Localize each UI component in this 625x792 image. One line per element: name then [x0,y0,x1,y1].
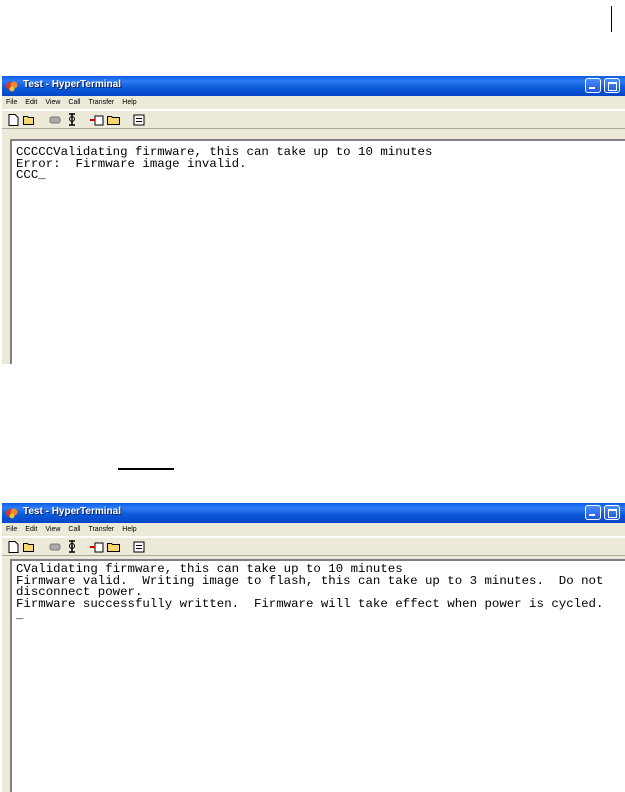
menu-bar: File Edit View Call Transfer Help [2,523,625,537]
menu-edit[interactable]: Edit [25,523,37,536]
document-underline [118,468,174,470]
menu-call[interactable]: Call [68,96,80,109]
menu-help[interactable]: Help [122,96,136,109]
receive-icon[interactable] [107,540,121,553]
terminal-line: _ [16,608,24,622]
title-bar[interactable]: Test - HyperTerminal [2,503,625,523]
open-icon[interactable] [23,113,37,126]
open-icon[interactable] [23,540,37,553]
terminal-line: CCC_ [16,168,46,182]
properties-icon[interactable] [132,113,146,126]
terminal-line: Error: Firmware image invalid. [16,156,247,171]
toolbar [2,110,625,129]
terminal-output[interactable]: CValidating firmware, this can take up t… [10,559,625,792]
menu-transfer[interactable]: Transfer [88,523,114,536]
disconnect-icon[interactable] [65,540,79,553]
menu-file[interactable]: File [6,96,17,109]
send-icon[interactable] [90,113,104,126]
minimize-button[interactable] [585,505,601,520]
disconnect-icon[interactable] [65,113,79,126]
terminal-output[interactable]: CCCCCValidating firmware, this can take … [10,139,625,364]
window-title: Test - HyperTerminal [23,79,121,90]
page-margin-rule [611,6,612,32]
menu-transfer[interactable]: Transfer [88,96,114,109]
new-icon[interactable] [6,540,20,553]
hyperterminal-app-icon[interactable] [5,506,19,520]
menu-edit[interactable]: Edit [25,96,37,109]
maximize-button[interactable] [604,505,620,520]
connect-icon[interactable] [48,113,62,126]
receive-icon[interactable] [107,113,121,126]
send-icon[interactable] [90,540,104,553]
maximize-button[interactable] [604,78,620,93]
menu-bar: File Edit View Call Transfer Help [2,96,625,110]
menu-file[interactable]: File [6,523,17,536]
hyperterminal-window-success: Test - HyperTerminal File Edit View Call… [2,503,625,792]
window-title: Test - HyperTerminal [23,506,121,517]
hyperterminal-window-error: Test - HyperTerminal File Edit View Call… [2,76,625,364]
connect-icon[interactable] [48,540,62,553]
properties-icon[interactable] [132,540,146,553]
new-icon[interactable] [6,113,20,126]
terminal-line: Firmware successfully written. Firmware … [16,596,604,611]
hyperterminal-app-icon[interactable] [5,79,19,93]
menu-view[interactable]: View [45,523,60,536]
menu-call[interactable]: Call [68,523,80,536]
toolbar [2,537,625,556]
menu-view[interactable]: View [45,96,60,109]
menu-help[interactable]: Help [122,523,136,536]
title-bar[interactable]: Test - HyperTerminal [2,76,625,96]
minimize-button[interactable] [585,78,601,93]
